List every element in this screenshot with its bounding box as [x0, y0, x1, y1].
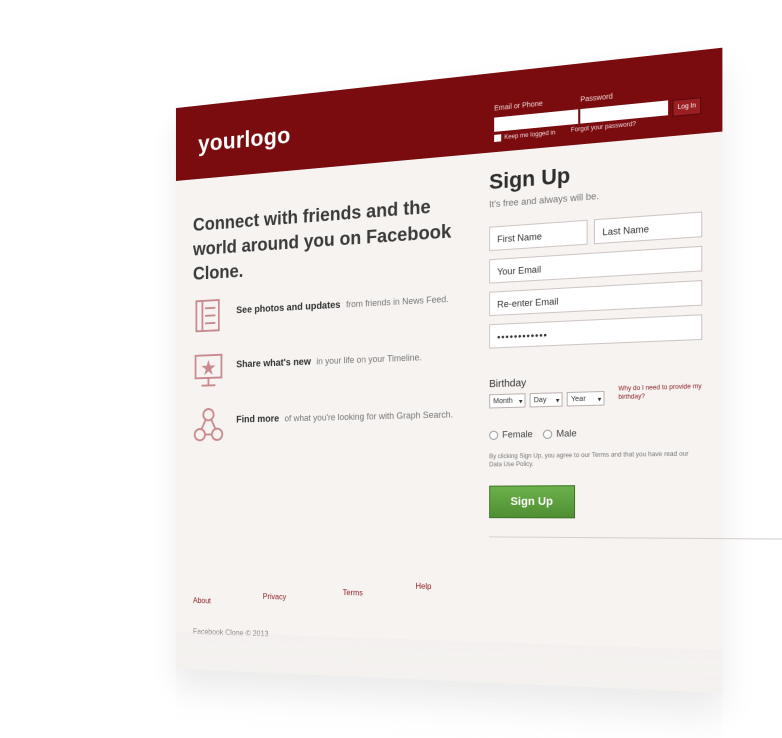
gender-options: Female Male [489, 428, 577, 441]
reenter-email-field[interactable]: Re-enter Email [489, 280, 703, 317]
footer-about-link[interactable]: About [193, 596, 211, 605]
footer-terms-link[interactable]: Terms [343, 588, 363, 597]
female-radio[interactable] [489, 430, 499, 441]
keep-logged-in-checkbox[interactable] [494, 134, 502, 143]
year-select[interactable]: Year ▾ [566, 390, 605, 407]
feature-title: See photos and updates [236, 299, 341, 317]
login-button[interactable]: Log In [672, 97, 702, 117]
feature-rest: of what you're looking for with Graph Se… [284, 409, 454, 424]
keep-logged-in-label: Keep me logged in [504, 130, 556, 142]
stage: yourlogo Email or Phone Password Log In … [0, 0, 782, 738]
timeline-icon [193, 351, 226, 390]
email-label: Email or Phone [494, 100, 543, 113]
feature-title: Find more [236, 413, 280, 426]
login-form: Email or Phone Password Log In Keep me l… [494, 83, 717, 146]
chevron-down-icon: ▾ [597, 396, 602, 404]
day-select-label: Day [533, 396, 547, 405]
email-field[interactable]: Your Email [489, 245, 703, 284]
password-field[interactable]: •••••••••••• [489, 314, 703, 349]
site-logo[interactable]: yourlogo [198, 122, 290, 158]
feature-rest: from friends in News Feed. [346, 293, 449, 310]
signup-form: Sign Up It's free and always will be. Fi… [489, 152, 782, 543]
headline: Connect with friends and the world aroun… [193, 192, 469, 288]
feature-text: See photos and updates from friends in Ne… [236, 294, 448, 316]
feature-graph-search: Find more of what you're looking for with… [193, 399, 469, 448]
footer-privacy-link[interactable]: Privacy [263, 592, 286, 601]
section-divider [489, 536, 782, 543]
graph-search-icon [193, 406, 226, 444]
site-mockup: yourlogo Email or Phone Password Log In … [175, 47, 782, 693]
footer-help-link[interactable]: Help [415, 582, 431, 591]
news-feed-icon [193, 297, 226, 336]
feature-rest: in your life on your Timeline. [316, 352, 422, 367]
feature-text: Share what's new in your life on your Tim… [236, 352, 422, 370]
feature-news-feed: See photos and updates from friends in Ne… [193, 283, 469, 340]
last-name-field[interactable]: Last Name [593, 211, 703, 245]
first-name-field[interactable]: First Name [489, 219, 588, 252]
feature-title: Share what's new [236, 356, 311, 371]
login-email-input[interactable] [494, 109, 579, 132]
password-label: Password [580, 93, 613, 104]
year-select-label: Year [570, 395, 586, 404]
chevron-down-icon: ▾ [555, 397, 560, 405]
keep-logged-in[interactable]: Keep me logged in [494, 129, 556, 143]
day-select[interactable]: Day ▾ [529, 392, 563, 408]
birthday-label: Birthday [489, 377, 527, 391]
why-birthday-link[interactable]: Why do I need to provide my birthday? [618, 383, 705, 402]
month-select-label: Month [493, 397, 513, 406]
female-label: Female [502, 428, 533, 440]
login-password-input[interactable] [580, 100, 669, 124]
mockup-reflection [175, 631, 723, 738]
chevron-down-icon: ▾ [518, 398, 523, 406]
feature-timeline: Share what's new in your life on your Tim… [193, 340, 469, 393]
signup-button[interactable]: Sign Up [489, 485, 576, 519]
male-label: Male [556, 428, 577, 439]
month-select[interactable]: Month ▾ [489, 393, 526, 409]
male-radio[interactable] [542, 429, 553, 440]
signup-title: Sign Up [489, 163, 571, 195]
feature-text: Find more of what you're looking for with… [236, 409, 453, 425]
terms-text: By clicking Sign Up, you agree to our Te… [489, 451, 689, 469]
